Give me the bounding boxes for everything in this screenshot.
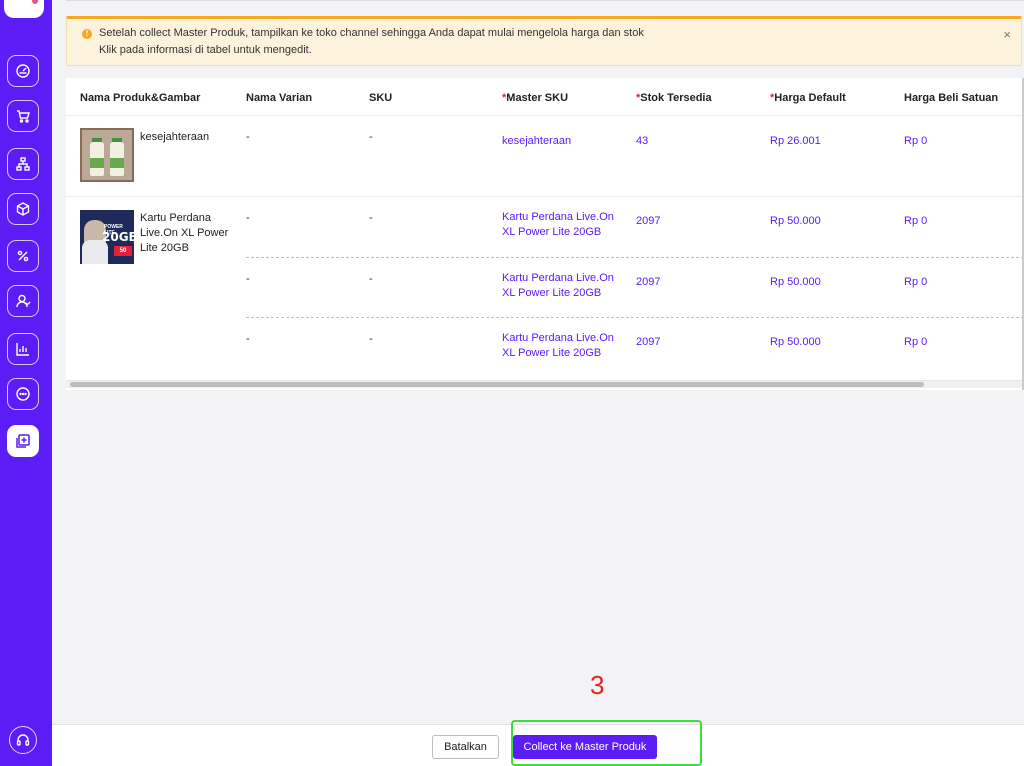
variant-cell[interactable]: - bbox=[246, 272, 250, 287]
horizontal-scrollbar[interactable] bbox=[66, 380, 1024, 388]
product-image[interactable] bbox=[80, 128, 134, 182]
cancel-button[interactable]: Batalkan bbox=[432, 735, 499, 759]
add-product-icon bbox=[16, 434, 30, 448]
sidebar-item-reports[interactable] bbox=[7, 333, 39, 365]
header-price: *Harga Default bbox=[770, 92, 846, 104]
price-cell[interactable]: Rp 50.000 bbox=[770, 214, 821, 229]
sidebar-item-customers[interactable] bbox=[7, 285, 39, 317]
header-master-sku-label: Master SKU bbox=[506, 92, 569, 104]
header-product: Nama Produk&Gambar bbox=[80, 92, 201, 104]
bottle-label bbox=[110, 158, 124, 168]
master-sku-cell[interactable]: Kartu Perdana Live.On XL Power Lite 20GB bbox=[502, 271, 617, 301]
sidebar-item-warehouse[interactable] bbox=[7, 148, 39, 180]
sidebar-item-chat[interactable] bbox=[7, 378, 39, 410]
sidebar-item-dashboard[interactable] bbox=[7, 55, 39, 87]
header-sku: SKU bbox=[369, 92, 393, 104]
sidebar-item-promotions[interactable] bbox=[7, 240, 39, 272]
product-table: Nama Produk&Gambar Nama Varian SKU *Mast… bbox=[66, 78, 1024, 390]
sidebar-item-orders[interactable] bbox=[7, 100, 39, 132]
banner-line-2: Klik pada informasi di tabel untuk menge… bbox=[99, 44, 312, 56]
sidebar bbox=[0, 0, 52, 766]
product-name[interactable]: kesejahteraan bbox=[140, 130, 240, 145]
header-price-label: Harga Default bbox=[774, 92, 846, 104]
master-sku-cell[interactable]: Kartu Perdana Live.On XL Power Lite 20GB bbox=[502, 210, 617, 240]
header-master-sku: *Master SKU bbox=[502, 92, 568, 104]
sidebar-item-add-product[interactable] bbox=[7, 425, 39, 457]
chat-icon bbox=[16, 387, 30, 401]
close-icon[interactable]: × bbox=[1003, 27, 1011, 42]
header-divider bbox=[66, 115, 1024, 116]
stock-cell[interactable]: 43 bbox=[636, 134, 648, 149]
variant-divider bbox=[246, 317, 1024, 318]
hierarchy-icon bbox=[16, 157, 30, 171]
main-content: ! Setelah collect Master Produk, tampilk… bbox=[52, 0, 1024, 766]
variant-cell[interactable]: - bbox=[246, 332, 250, 347]
logo-dot bbox=[32, 0, 38, 4]
sku-cell[interactable]: - bbox=[369, 130, 373, 145]
warning-icon: ! bbox=[82, 29, 92, 39]
stock-cell[interactable]: 2097 bbox=[636, 335, 660, 350]
banner-line-1: Setelah collect Master Produk, tampilkan… bbox=[99, 27, 644, 39]
master-sku-cell[interactable]: Kartu Perdana Live.On XL Power Lite 20GB bbox=[502, 331, 617, 361]
sidebar-support[interactable] bbox=[9, 726, 37, 754]
scrollbar-thumb[interactable] bbox=[70, 382, 924, 387]
product-name[interactable]: Kartu Perdana Live.On XL Power Lite 20GB bbox=[140, 211, 232, 256]
price-cell[interactable]: Rp 26.001 bbox=[770, 134, 821, 149]
sidebar-item-products[interactable] bbox=[7, 193, 39, 225]
buy-price-cell[interactable]: Rp 0 bbox=[904, 275, 927, 290]
chart-icon bbox=[16, 343, 29, 356]
buy-price-cell[interactable]: Rp 0 bbox=[904, 134, 927, 149]
promo-gb: 20GB bbox=[102, 230, 134, 244]
headset-icon bbox=[16, 734, 30, 746]
dashboard-icon bbox=[16, 64, 30, 78]
top-divider bbox=[66, 0, 1024, 4]
header-stock: *Stok Tersedia bbox=[636, 92, 712, 104]
header-buy-price: Harga Beli Satuan bbox=[904, 92, 999, 104]
variant-divider bbox=[246, 257, 1024, 258]
sku-cell[interactable]: - bbox=[369, 272, 373, 287]
step-highlight-box bbox=[511, 720, 702, 766]
bottle-label bbox=[90, 158, 104, 168]
info-banner: ! Setelah collect Master Produk, tampilk… bbox=[66, 16, 1022, 66]
box-icon bbox=[16, 202, 30, 216]
master-sku-cell[interactable]: kesejahteraan bbox=[502, 134, 617, 149]
stock-cell[interactable]: 2097 bbox=[636, 275, 660, 290]
buy-price-cell[interactable]: Rp 0 bbox=[904, 214, 927, 229]
product-image[interactable]: POWER LITE 20GB 50 bbox=[80, 210, 134, 264]
variant-cell[interactable]: - bbox=[246, 130, 250, 145]
sku-cell[interactable]: - bbox=[369, 211, 373, 226]
row-divider bbox=[66, 196, 1024, 197]
step-annotation: 3 bbox=[590, 670, 605, 700]
buy-price-cell[interactable]: Rp 0 bbox=[904, 335, 927, 350]
stock-cell[interactable]: 2097 bbox=[636, 214, 660, 229]
percent-icon bbox=[17, 250, 29, 262]
price-cell[interactable]: Rp 50.000 bbox=[770, 335, 821, 350]
header-stock-label: Stok Tersedia bbox=[640, 92, 712, 104]
cart-icon bbox=[17, 110, 30, 123]
variant-cell[interactable]: - bbox=[246, 211, 250, 226]
app-logo[interactable] bbox=[4, 0, 44, 18]
header-variant: Nama Varian bbox=[246, 92, 313, 104]
price-cell[interactable]: Rp 50.000 bbox=[770, 275, 821, 290]
sku-cell[interactable]: - bbox=[369, 332, 373, 347]
promo-badge: 50 bbox=[114, 246, 132, 256]
customer-icon bbox=[16, 294, 31, 308]
